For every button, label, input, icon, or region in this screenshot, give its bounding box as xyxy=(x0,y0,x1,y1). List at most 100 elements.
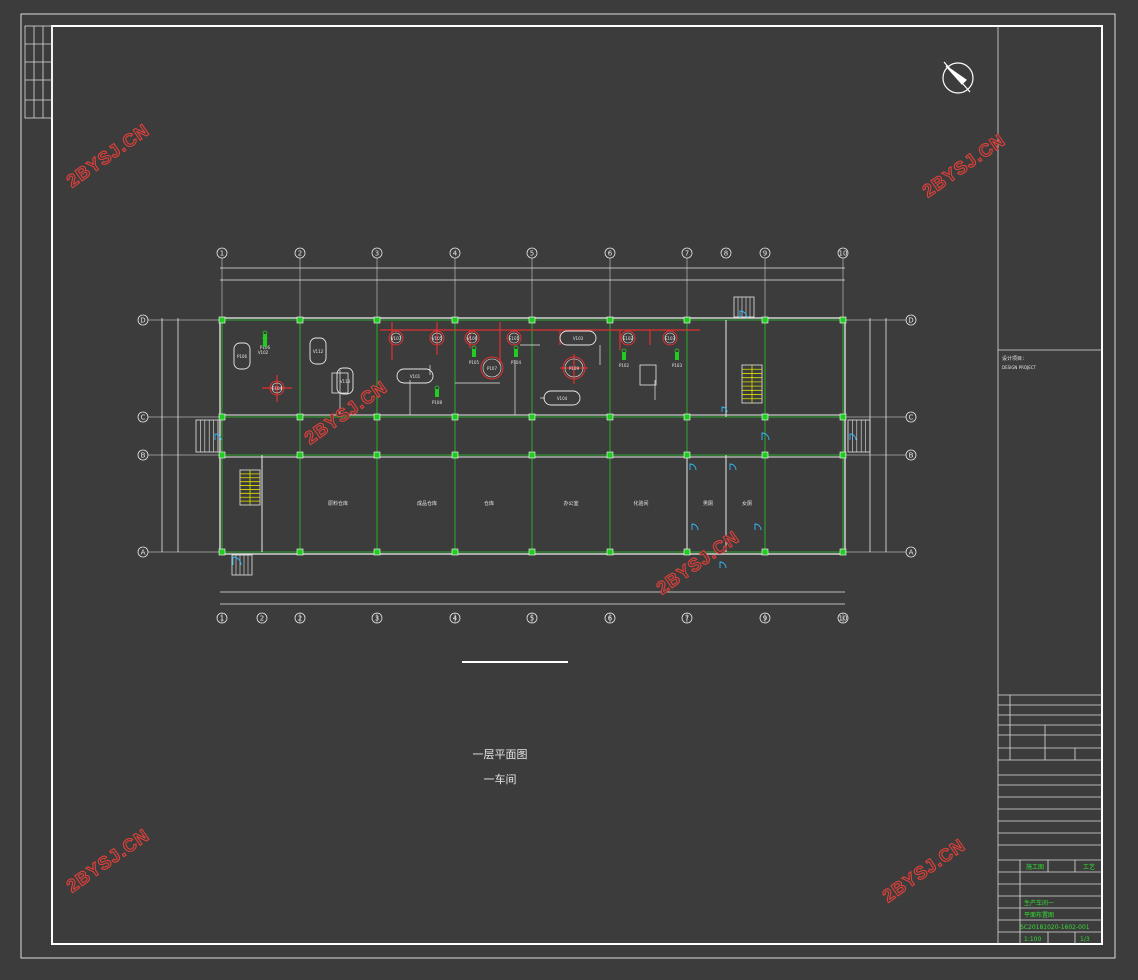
sheet-value: 1/3 xyxy=(1080,936,1090,943)
watermark-top-right: 2BYSJ.CN xyxy=(919,130,1009,201)
room-label: 仓库 xyxy=(484,500,494,507)
door-swing xyxy=(689,463,697,471)
equipment-tag: E103 xyxy=(665,336,676,341)
room-label: 女厕 xyxy=(742,500,752,507)
equipment-tag: V103 xyxy=(573,336,584,341)
axis-letter-label: A xyxy=(141,549,146,557)
equipment-tag: V104 xyxy=(557,396,568,401)
drawing-name-line-1: 生产车间一 xyxy=(1024,899,1054,907)
equipment-tag: E101 xyxy=(509,336,520,341)
equipment-tag: P103 xyxy=(672,363,683,368)
discipline-label: 工艺 xyxy=(1083,863,1095,871)
door-swing xyxy=(729,463,737,471)
axis-letter-label: C xyxy=(141,414,146,422)
axis-number-label: 2 xyxy=(298,250,302,258)
axis-number-label: 4 xyxy=(453,250,458,258)
structural-column xyxy=(683,413,691,421)
entrance-steps-east xyxy=(847,419,871,453)
axis-number-label: 8 xyxy=(724,250,728,258)
drawing-title: 一层平面图 xyxy=(473,748,528,761)
axis-letter-label: A xyxy=(909,549,914,557)
stairs-and-doors xyxy=(195,296,871,576)
equipment-tag: V112 xyxy=(313,349,324,354)
room-label: 男厕 xyxy=(703,501,713,507)
equipment-tag: V102 xyxy=(258,350,269,355)
entrance-steps-south xyxy=(231,554,253,576)
equipment-tag: P108 xyxy=(432,400,443,405)
axis-number-label: 2 xyxy=(298,615,302,623)
axis-grid: 1 1 2 2 3 3 4 4 5 5 6 6 7 7 9 9 10 10 8 2 A A B B C C D D xyxy=(137,247,917,624)
entrance-steps-north xyxy=(733,296,755,318)
structural-column xyxy=(451,451,459,459)
structural-column xyxy=(373,451,381,459)
equipment-tag: V101 xyxy=(410,374,421,379)
axis-number-label: 9 xyxy=(763,615,767,623)
outer-frame xyxy=(20,13,1116,959)
structural-column xyxy=(606,413,614,421)
structural-column xyxy=(528,413,536,421)
structural-column xyxy=(761,451,769,459)
axis-number-label: 6 xyxy=(608,615,613,623)
axis-number-label: 10 xyxy=(839,615,848,623)
structural-column xyxy=(761,548,769,556)
drawing-number: SC20181020-1602-001 xyxy=(1020,924,1090,931)
door-swing xyxy=(754,523,762,531)
room-label: 成品仓库 xyxy=(417,500,437,507)
inner-frame xyxy=(51,25,1103,945)
structural-column xyxy=(373,413,381,421)
structural-column xyxy=(296,451,304,459)
structural-column xyxy=(451,413,459,421)
equipment-tag: E102 xyxy=(623,336,634,341)
equipment: P106 V112 V113 V101 V103 V104 V107 V105 V106 E101… xyxy=(233,330,683,415)
structural-column xyxy=(606,451,614,459)
axis-number-label: 1 xyxy=(220,250,224,258)
axis-letter-label: B xyxy=(141,452,146,460)
structural-column xyxy=(528,451,536,459)
structural-column xyxy=(451,548,459,556)
axis-letter-label: B xyxy=(909,452,914,460)
axis-number-label: 7 xyxy=(685,250,689,258)
equipment-tag: V113 xyxy=(340,379,351,384)
north-arrow-icon xyxy=(942,61,974,94)
equipment-tag: P104 xyxy=(511,360,522,365)
project-label: 设计项目： xyxy=(1002,355,1027,362)
axis-number-label: 1 xyxy=(220,615,224,623)
structural-column xyxy=(373,548,381,556)
axis-number-label: 3 xyxy=(375,615,379,623)
axis-letter-label: D xyxy=(140,317,145,325)
walls xyxy=(161,267,887,605)
scale-value: 1:100 xyxy=(1024,936,1041,943)
equipment-tag: E104 xyxy=(272,386,283,391)
structural-column xyxy=(761,413,769,421)
axis-number-label: 5 xyxy=(530,615,534,623)
axis-letter-label: C xyxy=(909,414,914,422)
room-label: 办公室 xyxy=(563,500,578,507)
binding-stamp-grid xyxy=(24,25,53,119)
axis-number-label: 2 xyxy=(260,615,264,623)
axis-number-label: 7 xyxy=(685,615,689,623)
equipment-tag: P107 xyxy=(487,366,498,371)
equipment-tag: V106 xyxy=(467,336,478,341)
drawing-subtitle: 一车间 xyxy=(484,772,517,786)
equipment-tag: V105 xyxy=(432,336,443,341)
axis-letter-label: D xyxy=(908,317,913,325)
watermark-bottom-left: 2BYSJ.CN xyxy=(63,825,153,896)
watermark-center: 2BYSJ.CN xyxy=(301,377,391,448)
equipment-box xyxy=(639,364,657,386)
floor-plan-svg: 设计项目： DESIGN PROJECT 施工图 工艺 生产车间一 平面布置图 … xyxy=(20,13,1116,959)
room-label: 原料仓库 xyxy=(328,500,348,507)
equipment-tag: P109 xyxy=(569,366,580,371)
structural-column xyxy=(683,451,691,459)
axis-number-label: 10 xyxy=(839,250,848,258)
equipment-tag: P106 xyxy=(237,354,248,359)
drawing-name-line-2: 平面布置图 xyxy=(1024,911,1054,919)
watermark-top-left: 2BYSJ.CN xyxy=(63,120,153,191)
room-labels: 原料仓库 成品仓库 仓库 办公室 化验间 男厕 女厕 xyxy=(328,500,752,507)
equipment-tag: P105 xyxy=(469,360,480,365)
door-swing xyxy=(719,561,727,569)
equipment-tag: P102 xyxy=(619,363,630,368)
room-label: 化验间 xyxy=(633,500,648,507)
axis-number-label: 4 xyxy=(453,615,458,623)
drawing-canvas: 设计项目： DESIGN PROJECT 施工图 工艺 生产车间一 平面布置图 … xyxy=(0,0,1138,980)
axis-number-label: 5 xyxy=(530,250,534,258)
